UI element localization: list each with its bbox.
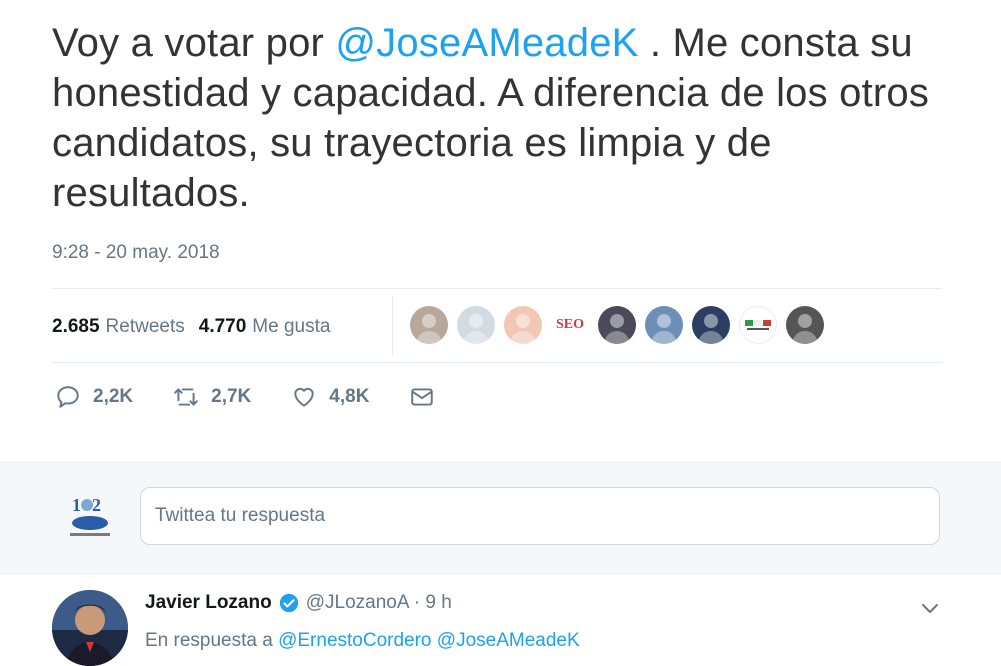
liker-avatar[interactable] — [457, 306, 495, 344]
in-reply-mentions[interactable]: @ErnestoCordero @JoseAMeadeK — [278, 630, 580, 651]
tweet-text-part1: Voy a votar por — [52, 21, 336, 65]
divider — [52, 288, 942, 289]
reply-input[interactable] — [140, 487, 940, 545]
author-name[interactable]: Javier Lozano — [145, 592, 272, 614]
tweet-stats: 2.685 Retweets 4.770 Me gusta — [52, 310, 344, 344]
liker-avatar[interactable] — [739, 306, 777, 344]
svg-text:1: 1 — [72, 495, 81, 515]
svg-text:2: 2 — [92, 495, 101, 515]
account-logo-icon: 1 2 — [70, 495, 110, 536]
in-reply-prefix: En respuesta a — [145, 630, 279, 651]
tweet-actions: 2,2K 2,7K 4,8K — [55, 384, 487, 410]
liker-avatar[interactable]: SEO — [551, 306, 589, 344]
mention-link[interactable]: @JoseAMeadeK — [335, 21, 638, 65]
liker-avatar[interactable] — [645, 306, 683, 344]
reply-icon — [57, 386, 79, 408]
message-icon — [411, 388, 434, 406]
liker-avatar[interactable] — [786, 306, 824, 344]
reply-button[interactable]: 2,2K — [55, 384, 133, 410]
like-button[interactable]: 4,8K — [291, 384, 369, 410]
avatar[interactable] — [52, 590, 128, 666]
verified-icon — [279, 593, 298, 613]
liker-avatar[interactable] — [692, 306, 730, 344]
heart-icon — [294, 387, 314, 407]
stats-divider — [392, 296, 393, 356]
retweet-count: 2,7K — [211, 386, 252, 407]
retweets-count[interactable]: 2.685 — [52, 316, 100, 338]
liker-avatar[interactable] — [504, 306, 542, 344]
divider — [52, 362, 942, 363]
chevron-down-icon[interactable] — [918, 596, 942, 620]
tweet-timestamp[interactable]: 9:28 - 20 may. 2018 — [52, 242, 220, 264]
tweet-text: Voy a votar por @JoseAMeadeK . Me consta… — [52, 18, 952, 218]
liker-avatar-label: SEO — [555, 317, 584, 332]
in-reply-to: En respuesta a @ErnestoCordero @JoseAMea… — [145, 630, 580, 652]
liker-avatars: SEO — [410, 306, 824, 344]
like-count: 4,8K — [329, 386, 370, 407]
reply-count: 2,2K — [93, 386, 134, 407]
liker-avatar[interactable] — [410, 306, 448, 344]
reply-header: Javier Lozano @JLozanoA · 9 h — [145, 592, 452, 614]
likes-count[interactable]: 4.770 — [199, 316, 247, 338]
retweet-icon — [174, 388, 198, 406]
likes-label[interactable]: Me gusta — [252, 316, 330, 338]
liker-avatar[interactable] — [598, 306, 636, 344]
retweets-label[interactable]: Retweets — [106, 316, 185, 338]
retweet-button[interactable]: 2,7K — [173, 384, 251, 410]
reply-composer: 1 2 — [0, 462, 1001, 574]
author-handle[interactable]: @JLozanoA · 9 h — [306, 592, 452, 614]
message-button[interactable] — [409, 384, 447, 410]
